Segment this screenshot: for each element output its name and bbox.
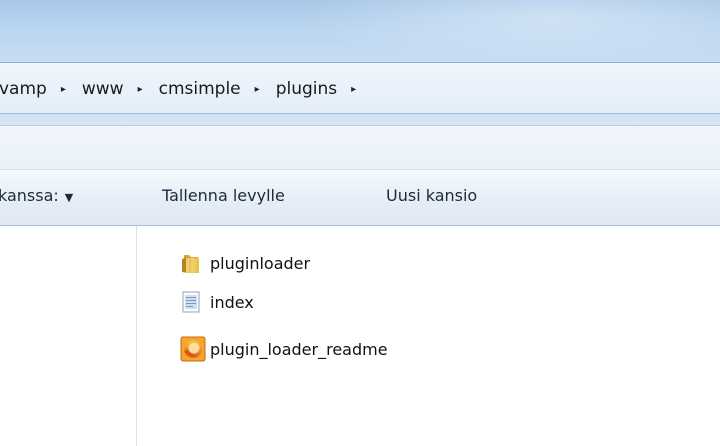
file-name: plugin_loader_readme bbox=[210, 339, 388, 359]
address-bar[interactable]: vamp ▸ www ▸ cmsimple ▸ plugins ▸ bbox=[0, 62, 720, 114]
new-folder-button[interactable]: Uusi kansio bbox=[386, 186, 477, 205]
text-file-icon bbox=[180, 291, 202, 313]
breadcrumb-arrow-icon[interactable]: ▸ bbox=[255, 84, 260, 95]
file-list: pluginloader index plugin_loader_readme bbox=[138, 226, 720, 446]
menu-strip bbox=[0, 126, 720, 170]
share-with-label: kanssa: bbox=[0, 186, 59, 205]
share-with-button[interactable]: kanssa: ▼ bbox=[0, 186, 73, 205]
html-file-icon bbox=[180, 336, 206, 362]
breadcrumb-arrow-icon[interactable]: ▸ bbox=[61, 84, 66, 95]
command-toolbar: kanssa: ▼ Tallenna levylle Uusi kansio bbox=[0, 170, 720, 226]
title-glow bbox=[300, 0, 720, 62]
file-name: index bbox=[210, 292, 254, 312]
breadcrumb-item-vamp[interactable]: vamp bbox=[0, 79, 47, 99]
list-item[interactable]: pluginloader bbox=[180, 250, 310, 276]
window-title-bar bbox=[0, 0, 720, 62]
breadcrumb: vamp ▸ www ▸ cmsimple ▸ plugins ▸ bbox=[0, 77, 372, 101]
breadcrumb-arrow-icon[interactable]: ▸ bbox=[138, 84, 143, 95]
dropdown-arrow-icon: ▼ bbox=[64, 191, 74, 204]
breadcrumb-item-plugins[interactable]: plugins bbox=[276, 79, 337, 99]
folder-icon bbox=[180, 252, 202, 274]
breadcrumb-arrow-icon[interactable]: ▸ bbox=[351, 84, 356, 95]
breadcrumb-item-cmsimple[interactable]: cmsimple bbox=[159, 79, 241, 99]
burn-button[interactable]: Tallenna levylle bbox=[162, 186, 285, 205]
list-item[interactable]: index bbox=[180, 289, 254, 315]
navigation-pane[interactable] bbox=[0, 226, 137, 446]
list-item[interactable]: plugin_loader_readme bbox=[180, 336, 388, 362]
file-name: pluginloader bbox=[210, 253, 311, 273]
breadcrumb-item-www[interactable]: www bbox=[82, 79, 124, 99]
bar-separator bbox=[0, 114, 720, 126]
